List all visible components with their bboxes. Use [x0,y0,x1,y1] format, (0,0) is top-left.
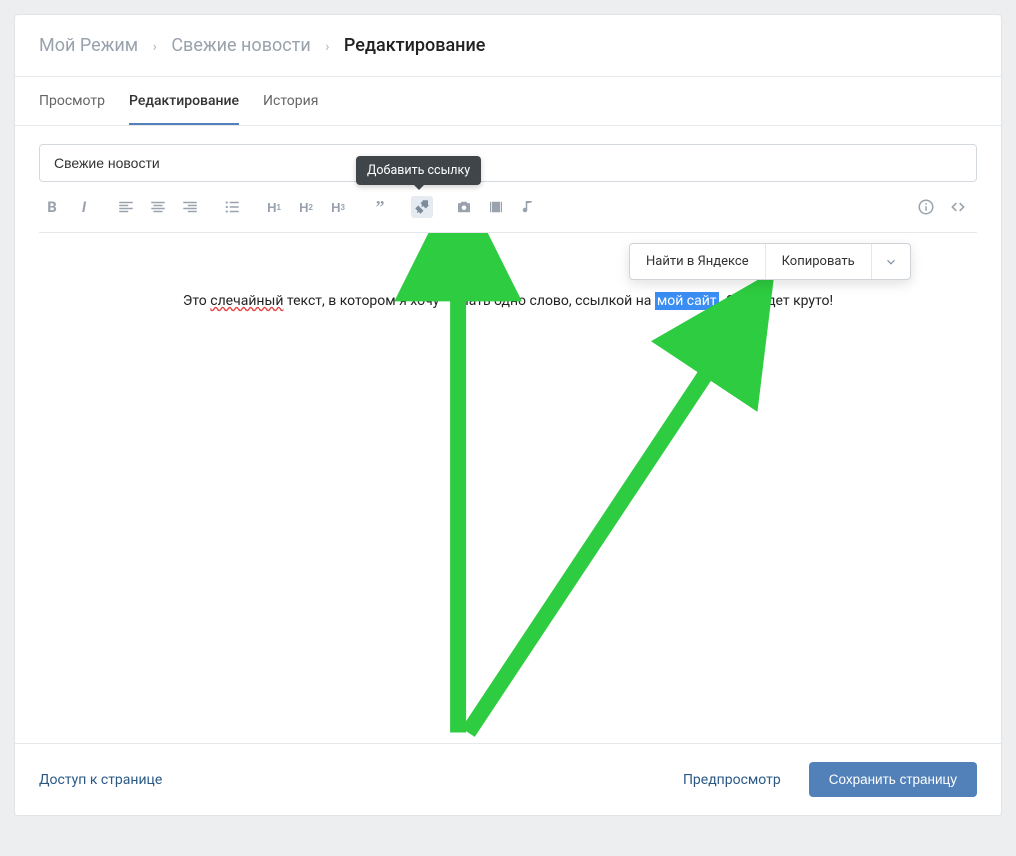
heading2-button[interactable]: H2 [295,196,317,218]
editor-card: Мой Режим › Свежие новости › Редактирова… [14,14,1002,816]
annotation-arrows [39,233,977,743]
misspelled-word[interactable]: слечайный [210,293,283,309]
audio-button[interactable] [517,196,539,218]
page-title-input[interactable] [39,144,977,182]
list-button[interactable] [221,196,243,218]
tab-view[interactable]: Просмотр [39,77,105,125]
tab-edit[interactable]: Редактирование [129,77,239,125]
quote-button[interactable]: ” [369,196,391,218]
code-button[interactable] [947,196,969,218]
info-button[interactable] [915,196,937,218]
text-segment: текст, в котором я хочу елать одно слово… [283,293,654,309]
selected-text[interactable]: мой сайт [655,292,719,310]
breadcrumb-item-mode[interactable]: Мой Режим [39,35,138,56]
video-button[interactable] [485,196,507,218]
breadcrumb-item-current: Редактирование [344,35,485,56]
breadcrumb-item-news[interactable]: Свежие новости [171,35,310,56]
photo-button[interactable] [453,196,475,218]
editor-area: B I H1 H2 H3 ” До [15,126,1001,743]
text-segment: Это [183,293,210,309]
access-link[interactable]: Доступ к странице [39,772,162,788]
align-center-button[interactable] [147,196,169,218]
bold-button[interactable]: B [41,196,63,218]
align-right-button[interactable] [179,196,201,218]
content-paragraph[interactable]: Это слечайный текст, в котором я хочу ел… [67,293,949,309]
breadcrumb: Мой Режим › Свежие новости › Редактирова… [15,15,1001,77]
chevron-down-icon [884,255,898,269]
footer: Доступ к странице Предпросмотр Сохранить… [15,743,1001,815]
heading3-button[interactable]: H3 [327,196,349,218]
context-menu-more[interactable] [872,244,910,279]
chevron-right-icon: › [325,39,329,55]
preview-link[interactable]: Предпросмотр [683,772,781,788]
heading1-button[interactable]: H1 [263,196,285,218]
link-button[interactable] [411,196,433,218]
context-menu-search-yandex[interactable]: Найти в Яндексе [630,244,766,279]
link-tooltip: Добавить ссылку [356,156,481,185]
toolbar: B I H1 H2 H3 ” До [39,182,977,233]
chevron-right-icon: › [153,39,157,55]
tabs: Просмотр Редактирование История [15,77,1001,126]
align-left-button[interactable] [115,196,137,218]
text-segment: . Это будет круто! [719,293,834,309]
editor-content[interactable]: Найти в Яндексе Копировать Это слечайный… [39,233,977,743]
context-menu: Найти в Яндексе Копировать [629,243,911,280]
context-menu-copy[interactable]: Копировать [766,244,872,279]
save-button[interactable]: Сохранить страницу [809,762,977,797]
tab-history[interactable]: История [263,77,318,125]
italic-button[interactable]: I [73,196,95,218]
